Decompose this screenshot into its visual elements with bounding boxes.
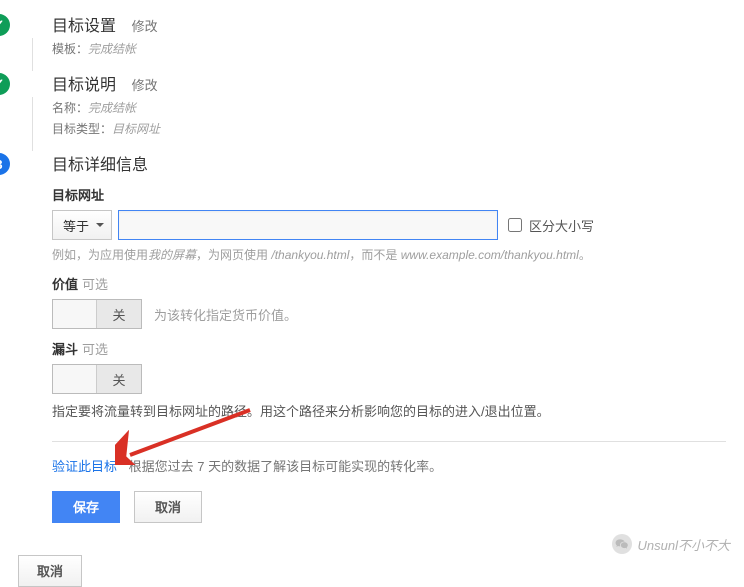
step1-subtitle: 模板：完成结帐 (52, 40, 726, 57)
verify-description: 根据您过去 7 天的数据了解该目标可能实现的转化率。 (129, 459, 442, 474)
step3-title: 目标详细信息 (52, 151, 148, 175)
match-type-dropdown[interactable]: 等于 (52, 210, 112, 240)
step1-edit-link[interactable]: 修改 (132, 19, 158, 34)
watermark: Unsunl不小不大 (612, 534, 730, 554)
value-toggle-off[interactable]: 关 (97, 300, 141, 328)
case-sensitive-box[interactable] (508, 218, 522, 232)
destination-url-label: 目标网址 (52, 185, 726, 204)
url-helper-text: 例如，为应用使用我的屏幕，为网页使用 /thankyou.html，而不是 ww… (52, 246, 726, 264)
funnel-description: 指定要将流量转到目标网址的路径。用这个路径来分析影响您的目标的进入/退出位置。 (52, 402, 726, 423)
step1-check-icon (0, 14, 10, 36)
verify-goal-link[interactable]: 验证此目标 (52, 459, 117, 474)
wechat-icon (612, 534, 632, 554)
funnel-toggle[interactable]: 关 (52, 364, 142, 394)
value-description: 为该转化指定货币价值。 (154, 305, 297, 324)
cancel-button[interactable]: 取消 (134, 491, 202, 523)
funnel-toggle-on[interactable] (53, 365, 97, 393)
step2-check-icon (0, 73, 10, 95)
step3-number-badge: 3 (0, 153, 10, 175)
case-sensitive-checkbox[interactable]: 区分大小写 (504, 215, 594, 235)
step2-title: 目标说明 (52, 71, 116, 95)
destination-url-input[interactable] (118, 210, 498, 240)
section-divider (52, 441, 726, 442)
step2-edit-link[interactable]: 修改 (132, 78, 158, 93)
save-button[interactable]: 保存 (52, 491, 120, 523)
funnel-label: 漏斗可选 (52, 339, 726, 358)
value-label: 价值可选 (52, 274, 726, 293)
step2-name-subtitle: 名称：完成结帐 (52, 99, 726, 116)
value-toggle[interactable]: 关 (52, 299, 142, 329)
funnel-toggle-off[interactable]: 关 (97, 365, 141, 393)
step2-type-subtitle: 目标类型：目标网址 (52, 120, 726, 137)
step1-title: 目标设置 (52, 12, 116, 36)
value-toggle-on[interactable] (53, 300, 97, 328)
